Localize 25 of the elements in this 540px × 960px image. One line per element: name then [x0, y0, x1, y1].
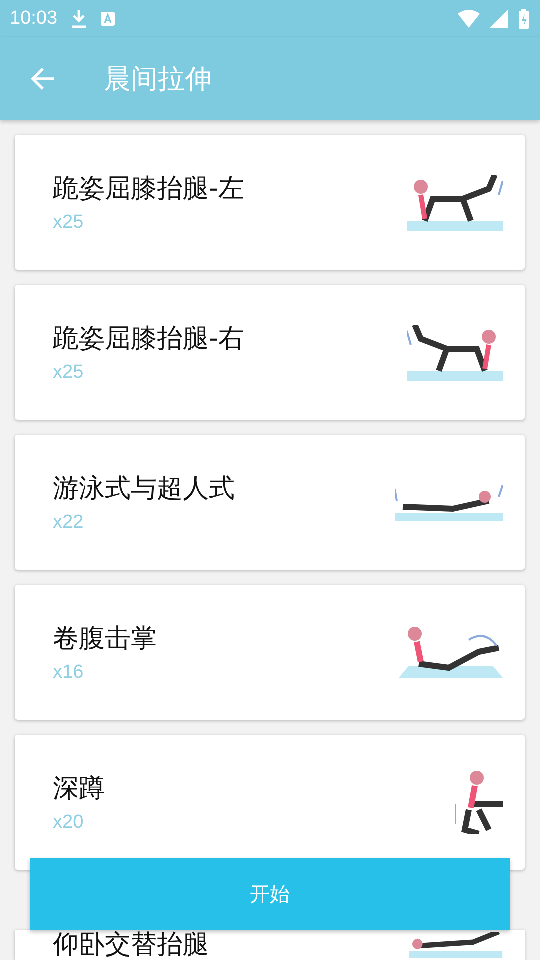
exercise-card[interactable]: 跪姿屈膝抬腿-右 x25	[15, 285, 525, 420]
download-icon	[70, 8, 88, 28]
exercise-card[interactable]: 游泳式与超人式 x22	[15, 435, 525, 570]
text-icon	[100, 10, 116, 26]
exercise-reps: x20	[53, 812, 85, 834]
screen-title: 晨间拉伸	[104, 62, 212, 96]
clock-time: 10:03	[10, 8, 58, 30]
exercise-card[interactable]: 跪姿屈膝抬腿-左 x25	[15, 135, 525, 270]
exercise-card[interactable]: 卷腹击掌 x16	[15, 585, 525, 720]
exercise-name: 跪姿屈膝抬腿-右	[53, 323, 244, 356]
exercise-drawing	[455, 771, 503, 834]
exercise-card[interactable]: 深蹲 x20	[15, 735, 525, 870]
wifi-icon	[458, 10, 480, 28]
exercise-reps: x22	[53, 512, 85, 534]
battery-icon	[518, 8, 530, 28]
exercise-reps: x16	[53, 662, 85, 684]
exercise-reps: x25	[53, 212, 85, 234]
signal-icon	[490, 10, 508, 28]
exercise-reps: x25	[53, 362, 85, 384]
exercise-name: 深蹲	[53, 773, 105, 806]
exercise-name: 游泳式与超人式	[53, 473, 235, 506]
exercise-name: 卷腹击掌	[53, 623, 157, 656]
exercise-name: 跪姿屈膝抬腿-左	[53, 173, 244, 206]
exercise-card[interactable]: 仰卧交替抬腿	[15, 930, 525, 960]
exercise-name: 仰卧交替抬腿	[53, 930, 209, 960]
